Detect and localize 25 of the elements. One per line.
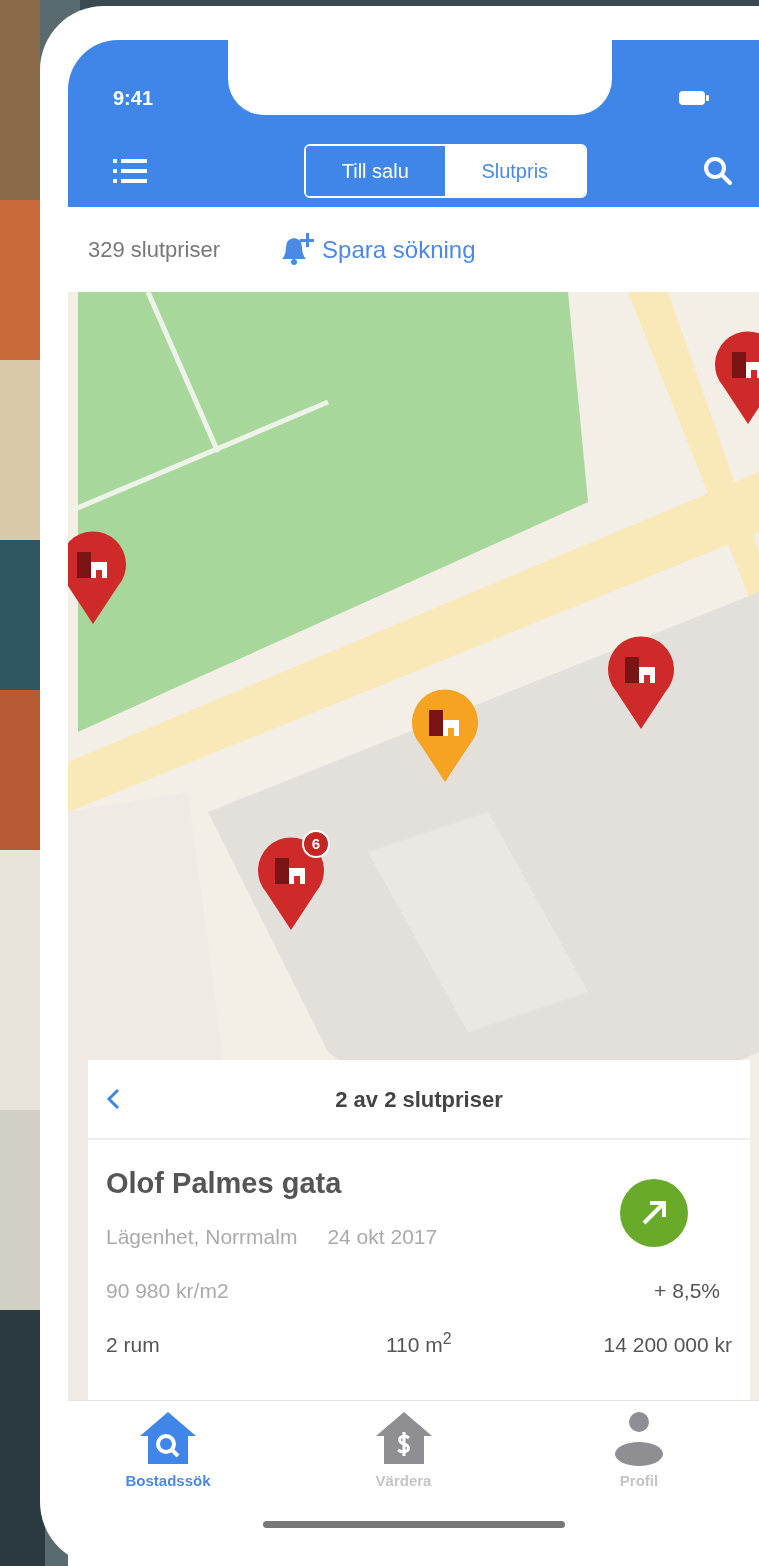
tab-bar-item[interactable]: Profil [579,1409,699,1493]
final-price: 14 200 000 kr [603,1332,732,1359]
price-per-m2: 90 980 kr/m2 [106,1278,229,1305]
tab-bar-item[interactable]: Värdera [343,1409,464,1493]
segment-tab[interactable]: Slutpris [445,146,585,196]
living-area: 110 m$^{2}$ [386,1329,452,1361]
back-chevron-icon[interactable] [106,1088,120,1110]
pager-title: 2 av 2 slutpriser [335,1085,503,1114]
battery-icon [679,90,709,105]
map-pin[interactable] [412,688,478,782]
map-pin[interactable] [608,635,674,729]
rooms: 2 rum [106,1332,161,1359]
map-pin[interactable] [68,530,126,624]
result-count: 329 slutpriser [88,236,221,264]
status-time: 9:41 [113,85,154,111]
house-search-icon [138,1409,198,1466]
search-icon[interactable] [703,156,733,186]
save-search-button[interactable]: Spara sökning [278,231,476,268]
listing-type: Lägenhet, Norrmalm [106,1224,298,1251]
menu-icon[interactable] [113,158,147,184]
sale-date: 24 okt 2017 [327,1224,438,1251]
listing-title: Olof Palmes gata [106,1166,343,1201]
price-change: + 8,5% [654,1278,721,1305]
tab-bar-item[interactable]: Bostadssök [108,1409,228,1493]
map-pin[interactable] [258,836,324,930]
